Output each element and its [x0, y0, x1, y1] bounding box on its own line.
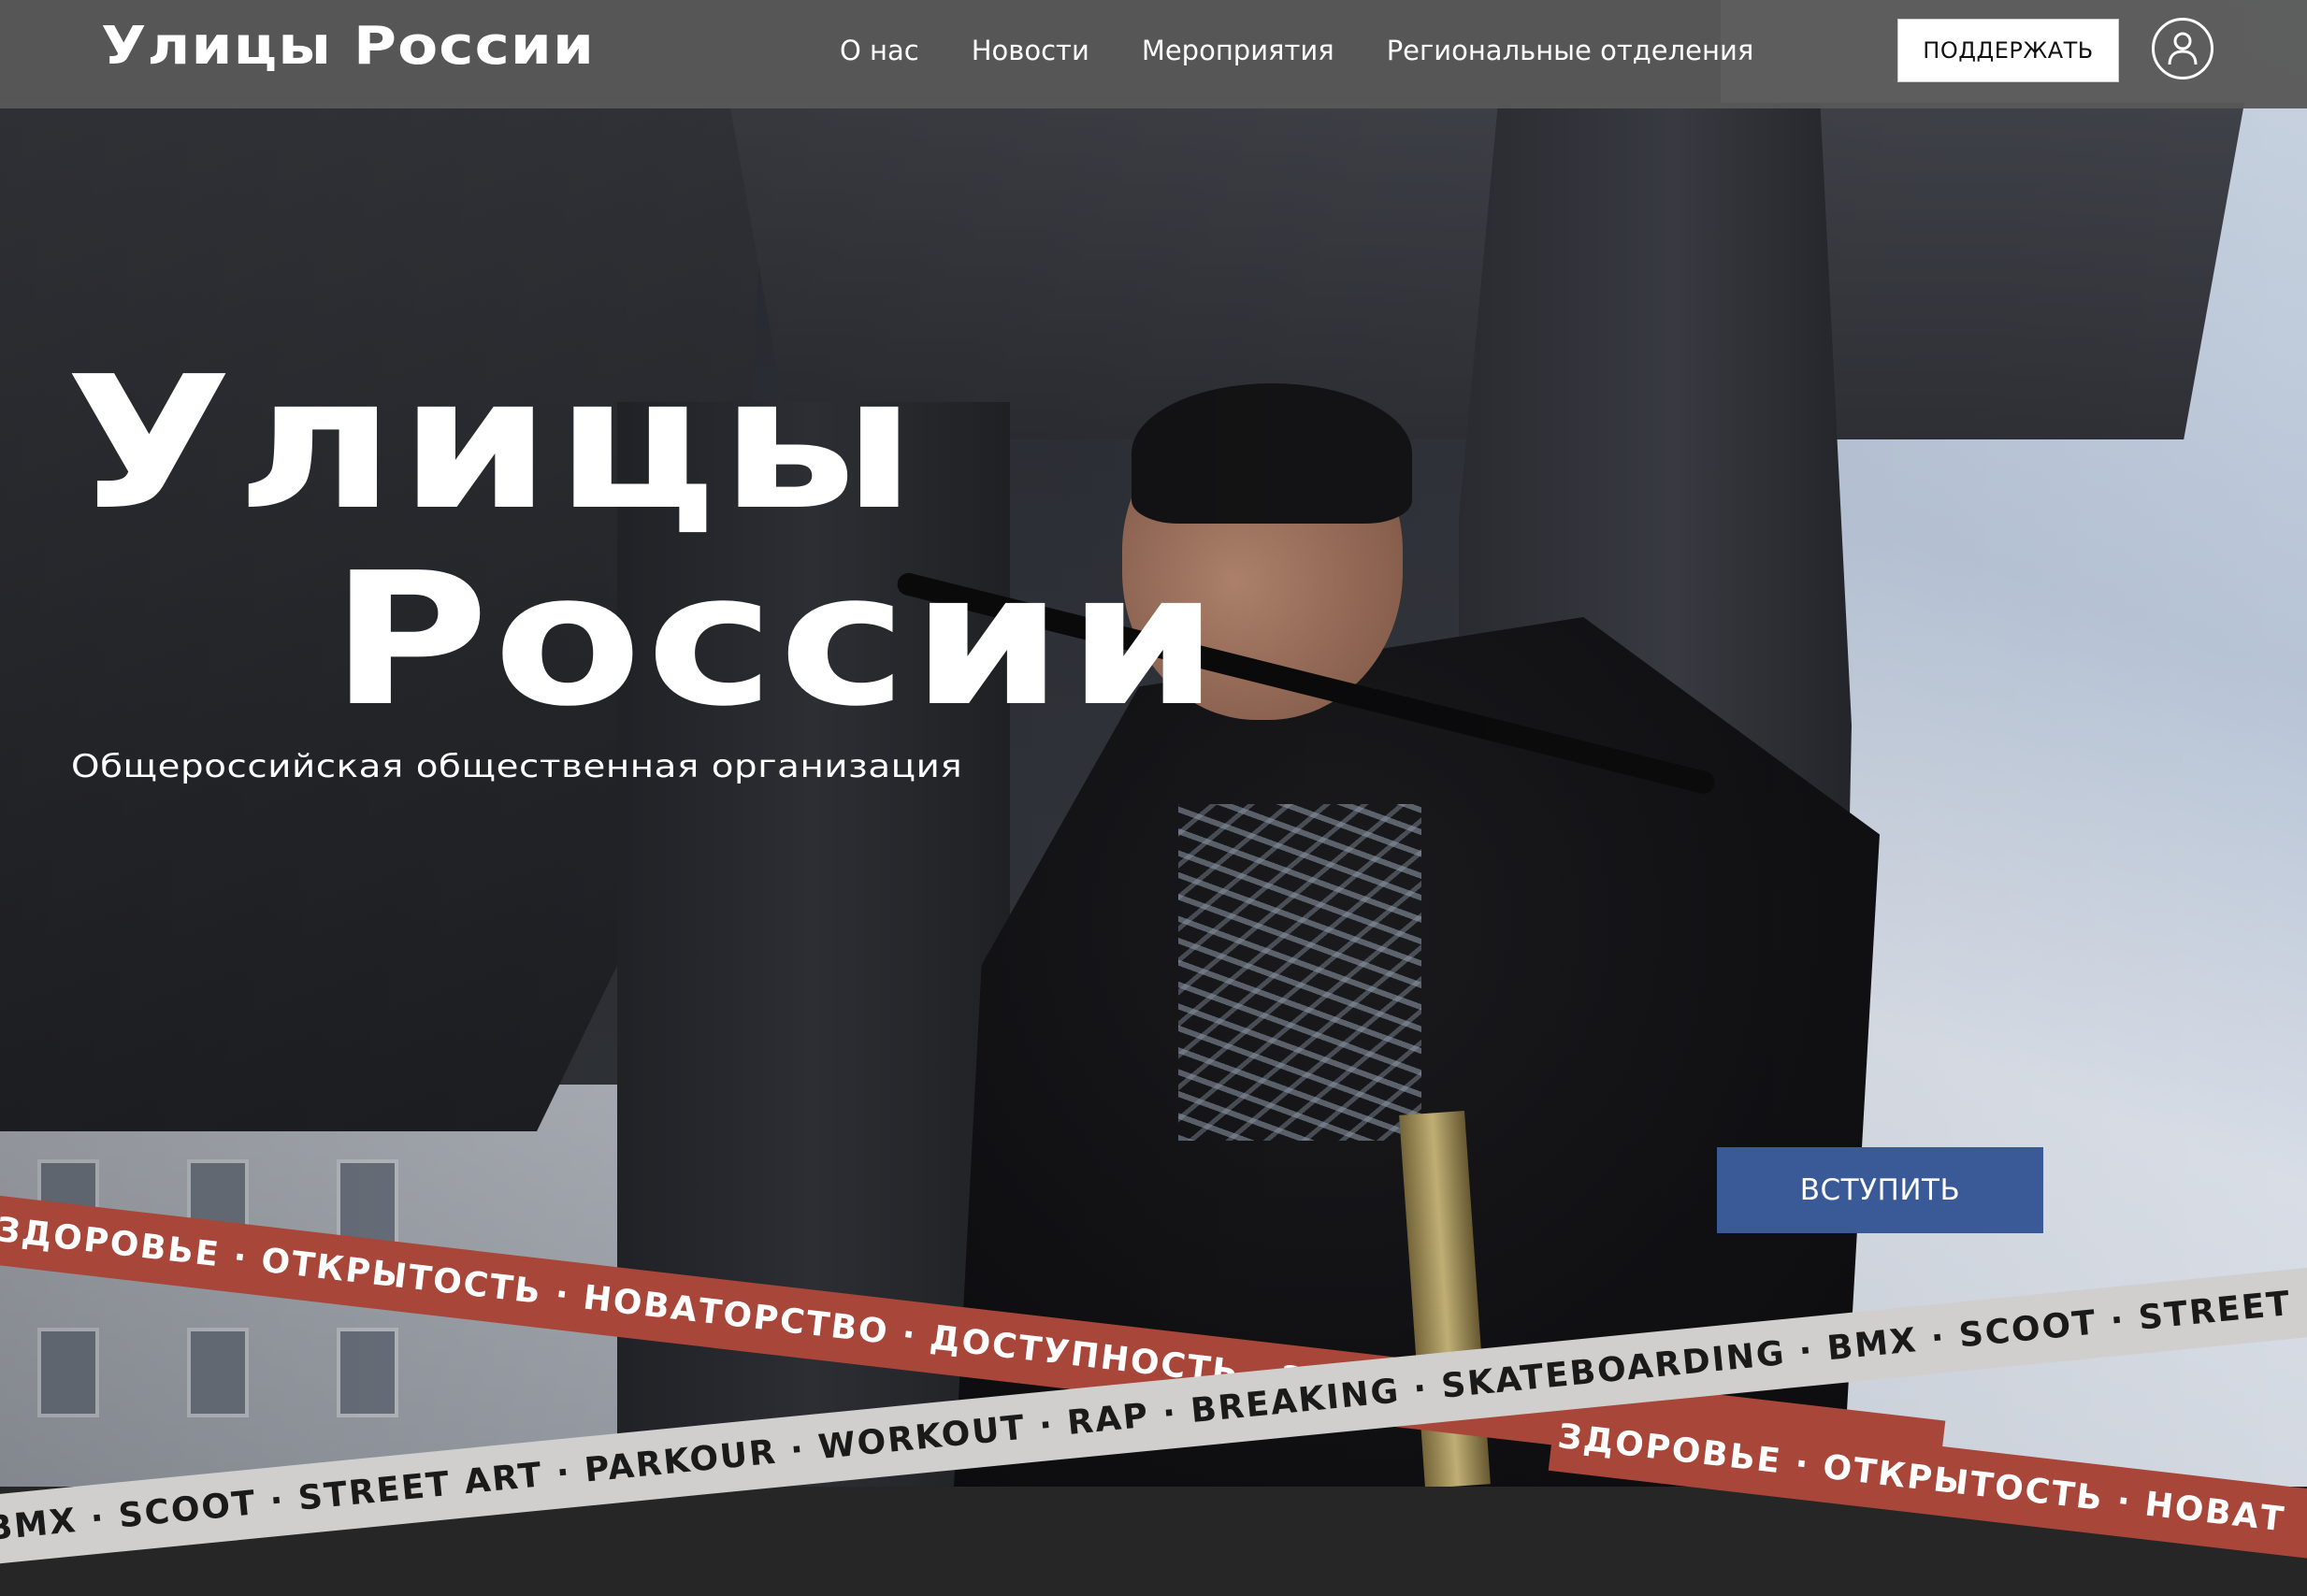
nav-item-about[interactable]: О нас — [840, 30, 919, 71]
user-icon — [2168, 32, 2198, 65]
hero-title-line1: Улицы — [65, 338, 920, 551]
nav-item-events[interactable]: Мероприятия — [1142, 30, 1334, 71]
hero-title: Улицы России — [65, 346, 1223, 739]
hero-subtitle: Общероссийская общественная организация — [71, 748, 963, 785]
site-header: Улицы России О нас Новости Мероприятия Р… — [0, 0, 2307, 108]
site-logo[interactable]: Улицы России — [101, 13, 595, 80]
account-button[interactable] — [2152, 18, 2213, 79]
hero-title-line2: России — [330, 534, 1224, 747]
nav-item-regional-offices[interactable]: Региональные отделения — [1387, 30, 1754, 71]
main-nav: О нас Новости Мероприятия Региональные о… — [840, 30, 1806, 71]
support-button[interactable]: ПОДДЕРЖАТЬ — [1897, 19, 2119, 82]
join-button[interactable]: ВСТУПИТЬ — [1717, 1147, 2043, 1233]
nav-item-news[interactable]: Новости — [972, 30, 1089, 71]
